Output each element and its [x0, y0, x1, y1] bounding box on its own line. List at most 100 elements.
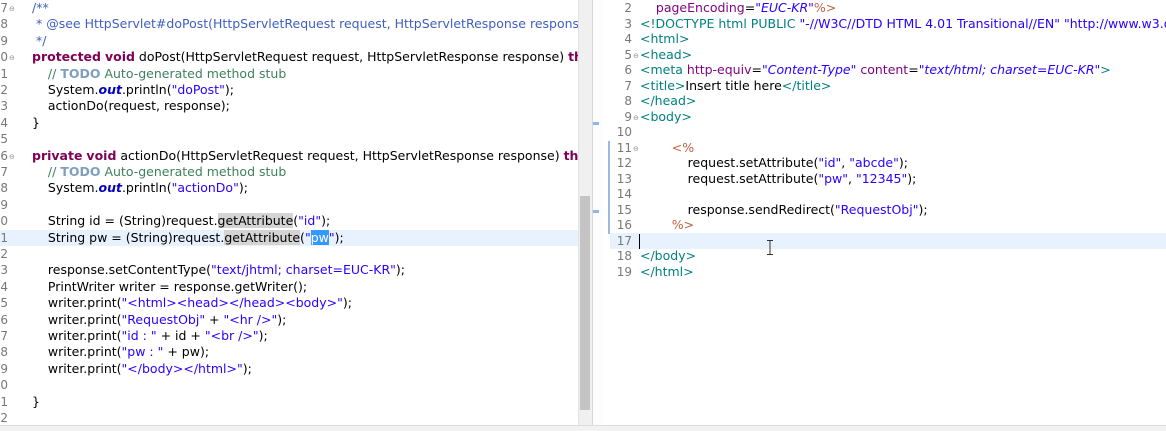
- code-line[interactable]: 19 </html>: [610, 264, 1166, 280]
- code-line[interactable]: 3 actionDo(request, response);: [0, 98, 578, 114]
- code-line[interactable]: 12 request.setAttribute("id", "abcde");: [610, 155, 1166, 171]
- code-line[interactable]: 2 pageEncoding="EUC-KR"%>: [610, 0, 1166, 16]
- fold-toggle-icon[interactable]: ⊖: [9, 149, 15, 165]
- code-text[interactable]: response.setContentType("text/jhtml; cha…: [32, 262, 405, 278]
- code-text[interactable]: private void actionDo(HttpServletRequest…: [32, 148, 578, 164]
- code-line[interactable]: 2: [0, 410, 578, 426]
- overview-marker[interactable]: [593, 210, 599, 213]
- code-line[interactable]: 0: [0, 377, 578, 393]
- code-text[interactable]: }: [32, 394, 40, 410]
- code-text[interactable]: * @see HttpServlet#doPost(HttpServletReq…: [32, 16, 578, 32]
- code-line[interactable]: 6 ⊖ private void actionDo(HttpServletReque…: [0, 148, 578, 164]
- code-text[interactable]: writer.print("</body></html>");: [32, 361, 252, 377]
- java-editor-scroll-thumb[interactable]: [580, 196, 590, 410]
- code-text[interactable]: pageEncoding="EUC-KR"%>: [640, 0, 836, 16]
- code-text[interactable]: </head>: [640, 93, 696, 109]
- jsp-editor-pane[interactable]: 2 pageEncoding="EUC-KR"%> 3 <!DOCTYPE html…: [610, 0, 1166, 430]
- code-line[interactable]: 1 String pw = (String)request.getAttribu…: [0, 229, 578, 246]
- code-line[interactable]: 3 <!DOCTYPE html PUBLIC "-//W3C//DTD HTML…: [610, 16, 1166, 32]
- code-line[interactable]: 9 writer.print("</body></html>");: [0, 361, 578, 377]
- code-text[interactable]: </html>: [640, 264, 694, 280]
- code-text[interactable]: request.setAttribute("pw", "12345");: [640, 171, 917, 187]
- line-number: 2: [0, 411, 8, 425]
- code-line[interactable]: 7 // TODO Auto-generated method stub: [0, 164, 578, 180]
- code-line[interactable]: 4 PrintWriter writer = response.getWrite…: [0, 279, 578, 295]
- code-line[interactable]: 9 ⊖ <body>: [610, 109, 1166, 125]
- code-text[interactable]: <title>Insert title here</title>: [640, 78, 831, 94]
- code-line[interactable]: 7 <title>Insert title here</title>: [610, 78, 1166, 94]
- code-text[interactable]: // TODO Auto-generated method stub: [32, 164, 286, 180]
- fold-toggle-icon[interactable]: ⊖: [9, 1, 15, 17]
- line-number: 3: [0, 99, 8, 114]
- code-text[interactable]: String pw = (String)request.getAttribute…: [32, 229, 344, 246]
- code-line[interactable]: 3 response.setContentType("text/jhtml; c…: [0, 262, 578, 278]
- code-text[interactable]: /**: [32, 0, 49, 16]
- code-line[interactable]: 10: [610, 124, 1166, 140]
- line-number: 1: [0, 394, 8, 409]
- code-text[interactable]: }: [32, 115, 40, 131]
- code-line[interactable]: 17: [610, 232, 1166, 249]
- code-line[interactable]: 4 <html>: [610, 31, 1166, 47]
- line-number: 5: [0, 296, 8, 311]
- ibeam-cursor-icon: [767, 240, 773, 255]
- code-line[interactable]: 5 ⊖ <head>: [610, 47, 1166, 63]
- line-number: 18: [616, 249, 632, 263]
- code-line[interactable]: 7 ⊖ /**: [0, 0, 578, 16]
- code-text[interactable]: <html>: [640, 31, 689, 47]
- code-line[interactable]: 7 writer.print("id : " + id + "<br />");: [0, 328, 578, 344]
- line-number: 9: [0, 197, 8, 212]
- code-line[interactable]: 14: [610, 186, 1166, 202]
- code-text[interactable]: request.setAttribute("id", "abcde");: [640, 155, 908, 171]
- code-line[interactable]: 15 response.sendRedirect("RequestObj");: [610, 202, 1166, 218]
- line-number: 8: [0, 345, 8, 360]
- code-line[interactable]: 8 System.out.println("actionDo");: [0, 180, 578, 196]
- code-text[interactable]: writer.print("id : " + id + "<br />");: [32, 328, 268, 344]
- code-text[interactable]: <body>: [640, 109, 692, 125]
- code-text[interactable]: <!DOCTYPE html PUBLIC "-//W3C//DTD HTML …: [640, 16, 1166, 32]
- line-number: 16: [616, 218, 632, 232]
- code-line[interactable]: 11 ⊖ <%: [610, 140, 1166, 156]
- code-text[interactable]: System.out.println("actionDo");: [32, 180, 248, 196]
- code-line[interactable]: 8 writer.print("pw : " + pw);: [0, 344, 578, 360]
- code-line[interactable]: 13 request.setAttribute("pw", "12345");: [610, 171, 1166, 187]
- code-line[interactable]: 6 writer.print("RequestObj" + "<hr />");: [0, 312, 578, 328]
- code-text[interactable]: <%: [640, 140, 694, 156]
- code-line[interactable]: 5 writer.print("<html><head></head><body…: [0, 295, 578, 311]
- code-text[interactable]: System.out.println("doPost");: [32, 82, 234, 98]
- code-text[interactable]: writer.print("<html><head></head><body>"…: [32, 295, 352, 311]
- code-line[interactable]: 9 */: [0, 33, 578, 49]
- code-text[interactable]: String id = (String)request.getAttribute…: [32, 213, 330, 229]
- code-line[interactable]: 1}: [0, 394, 578, 410]
- code-text[interactable]: %>: [640, 217, 694, 233]
- code-line[interactable]: 5: [0, 131, 578, 147]
- code-text[interactable]: response.sendRedirect("RequestObj");: [640, 202, 928, 218]
- code-line[interactable]: 2 System.out.println("doPost");: [0, 82, 578, 98]
- code-line[interactable]: 16 %>: [610, 217, 1166, 233]
- overview-marker[interactable]: [593, 122, 599, 125]
- code-text[interactable]: PrintWriter writer = response.getWriter(…: [32, 279, 307, 295]
- code-text[interactable]: writer.print("pw : " + pw);: [32, 344, 209, 360]
- code-line[interactable]: 2: [0, 246, 578, 262]
- code-line[interactable]: 4}: [0, 115, 578, 131]
- code-text[interactable]: protected void doPost(HttpServletRequest…: [32, 49, 578, 65]
- code-line[interactable]: 0 ⊖ protected void doPost(HttpServletReque…: [0, 49, 578, 65]
- fold-toggle-icon[interactable]: ⊖: [9, 50, 15, 66]
- line-number: 5: [0, 132, 8, 147]
- code-text[interactable]: // TODO Auto-generated method stub: [32, 66, 286, 82]
- java-editor-pane[interactable]: 7 ⊖/** 8 * @see HttpServlet#doPost(HttpSer…: [0, 0, 578, 430]
- code-text[interactable]: */: [32, 33, 46, 49]
- line-number: 4: [0, 115, 8, 130]
- code-text[interactable]: </body>: [640, 248, 696, 264]
- code-text[interactable]: <meta http-equiv="Content-Type" content=…: [640, 62, 1111, 78]
- code-text[interactable]: writer.print("RequestObj" + "<hr />");: [32, 312, 286, 328]
- code-line[interactable]: 8 * @see HttpServlet#doPost(HttpServletR…: [0, 16, 578, 32]
- code-line[interactable]: 8 </head>: [610, 93, 1166, 109]
- code-line[interactable]: 18 </body>: [610, 248, 1166, 264]
- code-line[interactable]: 0 String id = (String)request.getAttribu…: [0, 213, 578, 229]
- code-line[interactable]: 6 <meta http-equiv="Content-Type" content…: [610, 62, 1166, 78]
- line-number: 9: [0, 33, 8, 48]
- code-text[interactable]: actionDo(request, response);: [32, 98, 230, 114]
- code-line[interactable]: 9: [0, 197, 578, 213]
- code-line[interactable]: 1 // TODO Auto-generated method stub: [0, 66, 578, 82]
- code-text[interactable]: <head>: [640, 47, 692, 63]
